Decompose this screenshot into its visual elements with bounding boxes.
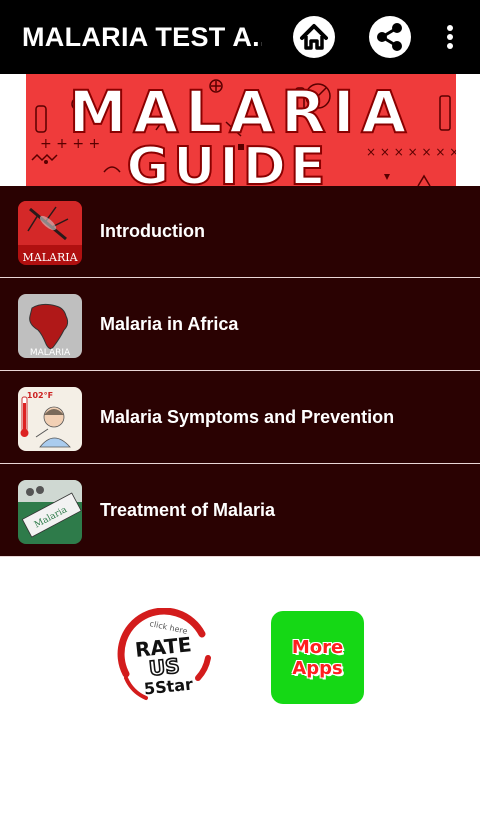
more-vert-icon <box>447 25 453 49</box>
list-item-symptoms-and-prevention[interactable]: 102°F Malaria Symptoms and Prevention <box>0 372 480 464</box>
share-button[interactable] <box>368 15 412 59</box>
list-item-treatment[interactable]: Malaria Treatment of Malaria <box>0 465 480 557</box>
introduction-thumbnail: MALARIA <box>18 201 82 265</box>
medicine-box-icon: Malaria <box>18 480 82 544</box>
more-apps-line1: More <box>291 636 344 658</box>
home-button[interactable] <box>292 15 336 59</box>
thumb-caption: 102°F <box>27 391 53 400</box>
fever-thermometer-icon: 102°F <box>18 387 82 451</box>
five-star-text: 5Star <box>143 675 194 699</box>
banner-pluses: + + + + <box>40 136 100 152</box>
overflow-menu-button[interactable] <box>438 15 462 59</box>
share-icon <box>369 16 411 58</box>
list-item-label: Malaria Symptoms and Prevention <box>100 407 395 427</box>
africa-thumbnail: MALARIA <box>18 294 82 358</box>
thumb-caption: MALARIA <box>30 348 71 358</box>
banner-title-line2: GUIDE <box>127 137 330 186</box>
app-bar: MALARIA TEST A... <box>0 0 480 74</box>
list-item-label: Introduction <box>100 221 205 241</box>
rate-us-5star-icon: click here RATE US 5Star <box>117 607 211 700</box>
list-item-introduction[interactable]: MALARIA Introduction <box>0 186 480 278</box>
list-item-malaria-in-africa[interactable]: MALARIA Malaria in Africa <box>0 279 480 371</box>
banner-title-line1: MALARIA <box>69 78 414 146</box>
thumb-caption: MALARIA <box>22 251 78 264</box>
more-apps-line2: Apps <box>292 657 343 679</box>
treatment-thumbnail: Malaria <box>18 480 82 544</box>
banner-graphic: MALARIA GUIDE × × × × × × × + + + + <box>26 74 456 186</box>
symptoms-thumbnail: 102°F <box>18 387 82 451</box>
list-item-label: Malaria in Africa <box>100 314 239 334</box>
home-icon <box>293 16 335 58</box>
malaria-guide-banner: MALARIA GUIDE × × × × × × × + + + + <box>26 74 456 186</box>
list-item-label: Treatment of Malaria <box>100 500 276 520</box>
topic-list: MALARIA Introduction MALARIA Malaria in … <box>0 186 480 557</box>
app-title: MALARIA TEST A... <box>22 22 262 52</box>
mosquito-icon: MALARIA <box>18 201 82 265</box>
rate-us-button[interactable]: click here RATE US 5Star <box>112 607 212 704</box>
africa-map-icon: MALARIA <box>18 294 82 358</box>
banner-crosses: × × × × × × × <box>366 145 456 159</box>
more-apps-button[interactable]: More Apps <box>271 611 364 704</box>
